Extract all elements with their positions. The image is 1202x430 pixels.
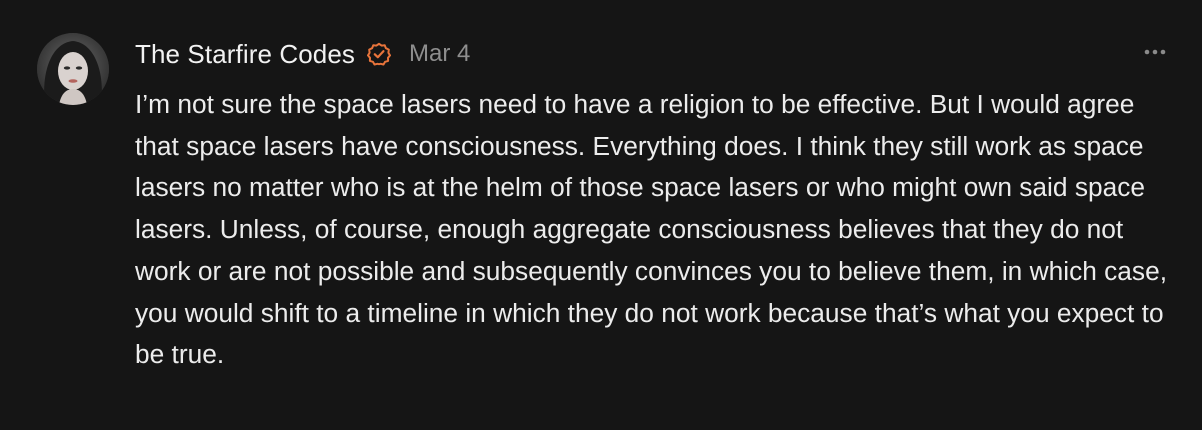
author-name[interactable]: The Starfire Codes [135, 39, 355, 70]
avatar-image [37, 33, 109, 105]
more-options-button[interactable] [1138, 38, 1172, 66]
comment-header: The Starfire Codes Mar 4 [135, 36, 470, 72]
comment: The Starfire Codes Mar 4 I’m not sure th… [0, 0, 1202, 430]
avatar[interactable] [37, 33, 109, 105]
verified-check-icon [367, 42, 392, 66]
more-horizontal-icon [1144, 49, 1166, 55]
comment-text: I’m not sure the space lasers need to ha… [135, 89, 1167, 370]
comment-date[interactable]: Mar 4 [409, 40, 470, 68]
